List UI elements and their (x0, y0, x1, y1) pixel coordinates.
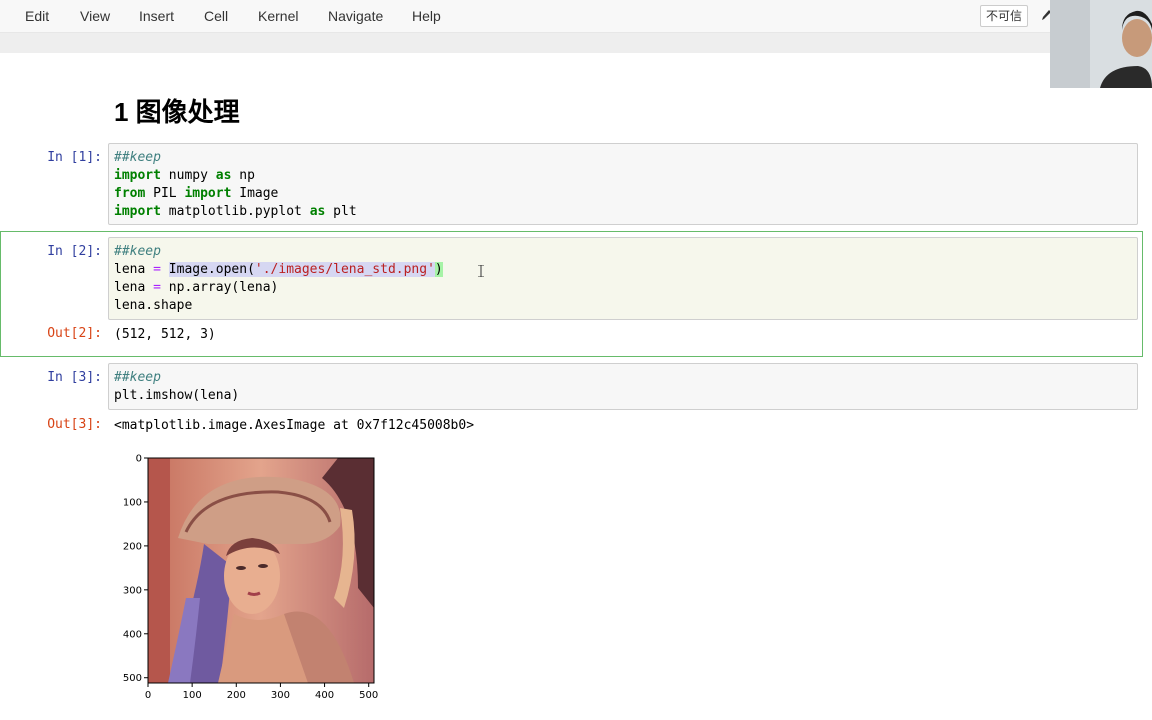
code-token: Image.open( (168, 262, 255, 277)
code-line: lena.shape (114, 297, 443, 315)
cell-1-code[interactable]: ##keep import numpy as np from PIL import … (114, 149, 357, 221)
code-token: matplotlib.pyplot (160, 204, 310, 219)
cell-2-in-prompt: In [2]: (47, 244, 102, 259)
code-line: lena = Image.open('./images/lena_std.png… (114, 261, 443, 279)
cell-2-code[interactable]: ##keep lena = Image.open('./images/lena_s… (114, 243, 443, 315)
section-heading: 1 图像处理 (114, 97, 240, 127)
code-token: plt.imshow(lena) (114, 388, 240, 403)
cell-3-code[interactable]: ##keep plt.imshow(lena) (114, 369, 239, 405)
code-token: plt (325, 204, 357, 219)
code-line: ##keep (114, 243, 443, 261)
x-tick-label: 100 (183, 690, 202, 701)
cell-3-input[interactable] (108, 363, 1138, 410)
code-token: from (114, 186, 146, 201)
y-axis: 0 100 200 300 400 500 (123, 454, 148, 684)
menu-view[interactable]: View (80, 8, 110, 24)
menu-navigate[interactable]: Navigate (328, 8, 383, 24)
x-tick-label: 400 (315, 690, 334, 701)
code-token: lena (114, 280, 154, 295)
code-token: ##keep (114, 370, 161, 385)
y-tick-label: 300 (123, 585, 142, 596)
imshow-plot: 0 100 200 300 400 500 0 100 200 300 400 500 (123, 454, 378, 702)
code-line: from PIL import Image (114, 185, 357, 203)
code-token: import (114, 204, 161, 219)
code-token: Image (231, 186, 279, 201)
cell-2-output: (512, 512, 3) (114, 327, 216, 342)
cell-3-output: <matplotlib.image.AxesImage at 0x7f12c45… (114, 418, 475, 433)
code-token: ##keep (114, 150, 161, 165)
code-token: as (309, 204, 326, 219)
code-token: as (215, 168, 232, 183)
menu-bar: Edit View Insert Cell Kernel Navigate He… (0, 0, 1152, 33)
y-tick-label: 500 (123, 673, 142, 684)
code-token: = (153, 280, 161, 295)
x-tick-label: 300 (271, 690, 290, 701)
code-token: './images/lena_std.png' (254, 262, 435, 277)
code-token: np (231, 168, 255, 183)
menu-cell[interactable]: Cell (204, 8, 228, 24)
code-token: import (184, 186, 232, 201)
code-line: import matplotlib.pyplot as plt (114, 203, 357, 221)
x-axis: 0 100 200 300 400 500 (145, 683, 378, 701)
cell-2-out-prompt: Out[2]: (47, 326, 102, 341)
lena-image (148, 458, 374, 683)
y-tick-label: 200 (123, 541, 142, 552)
x-tick-label: 200 (227, 690, 246, 701)
menu-help[interactable]: Help (412, 8, 441, 24)
y-tick-label: 0 (136, 454, 142, 465)
cell-3-in-prompt: In [3]: (47, 370, 102, 385)
code-line: lena = np.array(lena) (114, 279, 443, 297)
cell-3-out-prompt: Out[3]: (47, 417, 102, 432)
code-token: lena.shape (114, 298, 193, 313)
code-token: ) (434, 262, 443, 277)
menu-edit[interactable]: Edit (25, 8, 49, 24)
toolbar-band (0, 33, 1152, 53)
code-token: ##keep (114, 244, 161, 259)
code-token: import (114, 168, 161, 183)
cell-1-in-prompt: In [1]: (47, 150, 102, 165)
code-line: plt.imshow(lena) (114, 387, 239, 405)
code-token: PIL (145, 186, 185, 201)
webcam-overlay (1050, 0, 1152, 88)
code-line: ##keep (114, 369, 239, 387)
menu-insert[interactable]: Insert (139, 8, 174, 24)
y-tick-label: 400 (123, 629, 142, 640)
x-tick-label: 0 (145, 690, 151, 701)
code-token: lena (114, 262, 154, 277)
y-tick-label: 100 (123, 497, 142, 508)
x-tick-label: 500 (359, 690, 378, 701)
menu-kernel[interactable]: Kernel (258, 8, 298, 24)
code-token: = (153, 262, 161, 277)
presenter-avatar (1050, 0, 1152, 88)
code-line: import numpy as np (114, 167, 357, 185)
not-trusted-button[interactable]: 不可信 (980, 5, 1028, 27)
code-token: numpy (160, 168, 216, 183)
text-cursor-icon (478, 265, 484, 277)
code-token: np.array(lena) (160, 280, 279, 295)
code-line: ##keep (114, 149, 357, 167)
